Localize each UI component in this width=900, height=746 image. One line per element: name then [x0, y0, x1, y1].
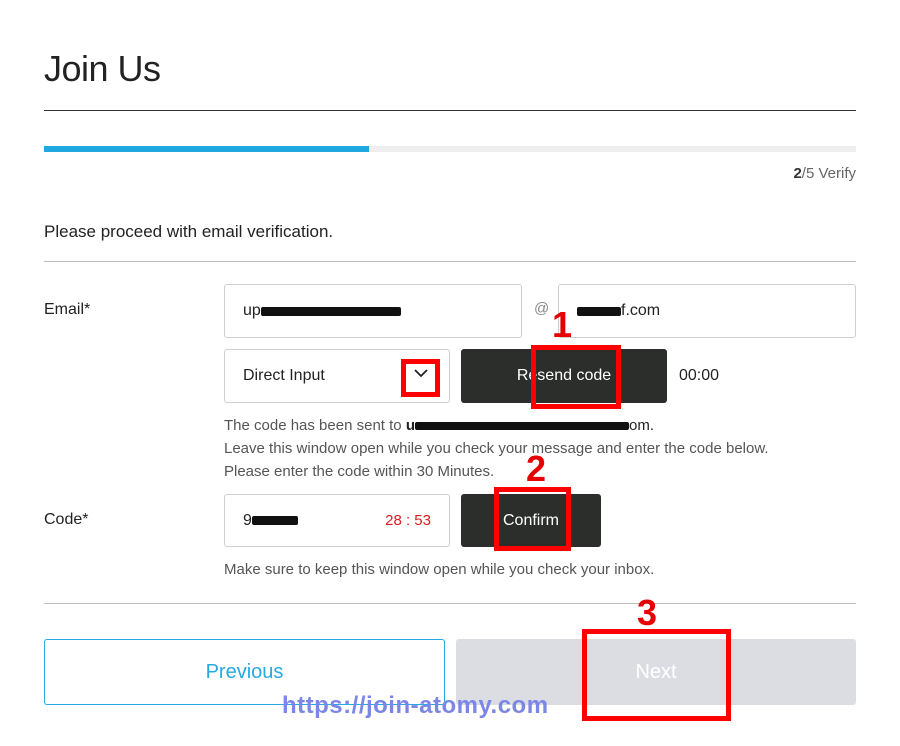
code-value-prefix: 9 [243, 511, 252, 529]
help-line-2: Leave this window open while you check y… [224, 440, 769, 457]
annotation-box-confirm [494, 487, 571, 551]
annotation-number-2: 2 [526, 448, 547, 489]
code-value-group: 9 [243, 512, 298, 530]
annotation-box-resend [531, 345, 621, 409]
email-label: Email* [44, 301, 91, 318]
redaction-mark [260, 306, 401, 316]
step-current: 2 [793, 165, 802, 182]
section-intro: Please proceed with email verification. [44, 222, 334, 241]
sent-email-end: om. [628, 417, 654, 434]
annotation-box-next [582, 629, 731, 721]
code-countdown: 28 : 53 [385, 512, 431, 529]
code-sent-message: The code has been sent to u om. [224, 414, 654, 437]
title-divider [44, 110, 856, 111]
annotation-box-dropdown [401, 359, 440, 397]
sent-email-start: u [405, 417, 415, 434]
email-domain-input[interactable]: f.com [558, 284, 856, 338]
redaction-mark [251, 515, 298, 525]
progress-bar [44, 146, 856, 152]
actions-divider [44, 603, 856, 604]
email-domain-suffix: f.com [621, 302, 661, 319]
resend-timer: 00:00 [679, 367, 720, 384]
annotation-number-1: 1 [552, 304, 573, 345]
section-divider [44, 261, 856, 262]
step-indicator: 2/5 Verify [793, 165, 856, 182]
progress-fill [44, 146, 369, 152]
code-help: Make sure to keep this window open while… [224, 561, 655, 578]
step-rest: /5 Verify [801, 165, 856, 182]
domain-select-value: Direct Input [243, 367, 325, 384]
annotation-number-3: 3 [637, 592, 658, 633]
email-local-value: up [243, 302, 261, 319]
previous-label: Previous [205, 660, 284, 683]
page-title: Join Us [44, 48, 161, 89]
code-input[interactable]: 9 28 : 53 [224, 494, 450, 547]
code-sent-prefix: The code has been sent to [224, 417, 402, 434]
redaction-mark [414, 422, 629, 431]
code-label: Code* [44, 511, 89, 528]
at-symbol: @ [534, 300, 550, 317]
watermark-text: https://join-atomy.com [282, 692, 549, 719]
help-line-3: Please enter the code within 30 Minutes. [224, 463, 495, 480]
redaction-mark [577, 306, 621, 316]
email-local-input[interactable]: up [224, 284, 522, 338]
